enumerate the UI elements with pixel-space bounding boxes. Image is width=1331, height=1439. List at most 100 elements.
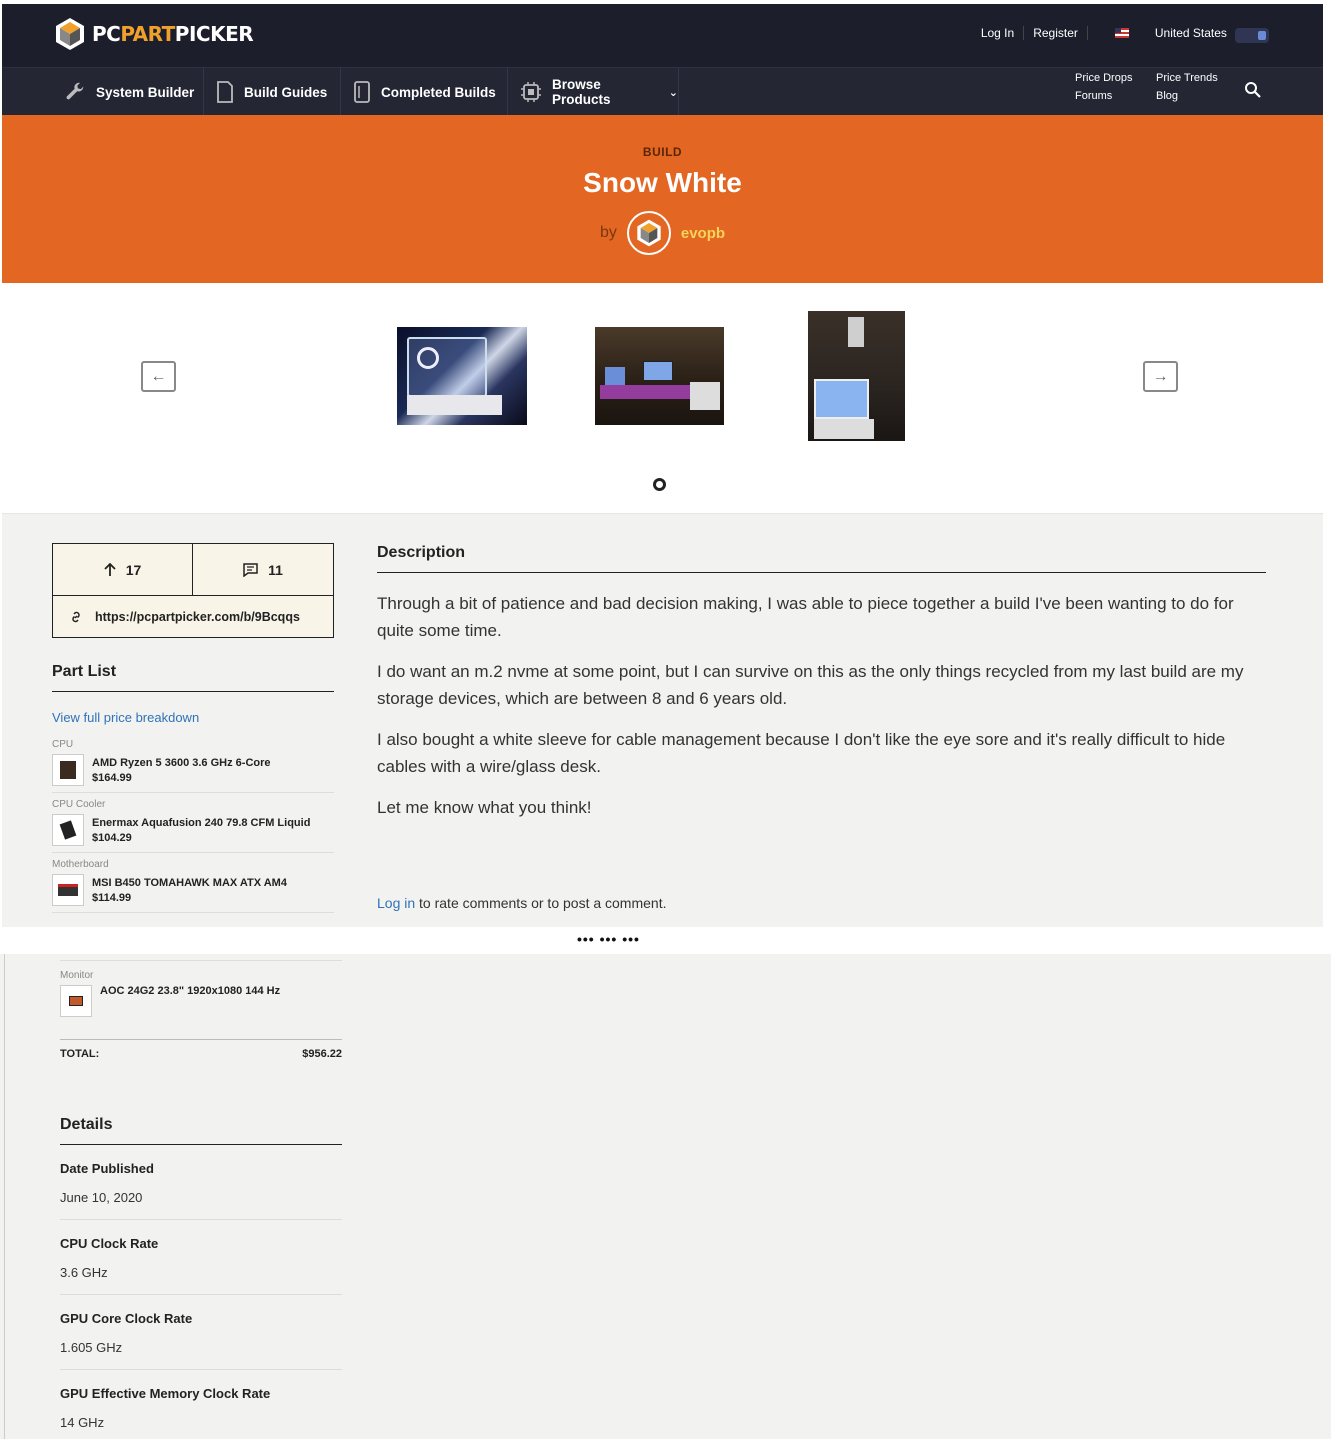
part-type: CPU Cooler xyxy=(52,799,106,810)
top-header: PCPARTPICKER Log In Register United Stat… xyxy=(2,4,1323,67)
separator-dots: ••• ••• ••• xyxy=(577,931,640,947)
part-price: $104.29 xyxy=(92,831,132,844)
nav-label: Completed Builds xyxy=(381,84,496,100)
country-label: United States xyxy=(1154,26,1227,40)
logo-text-part: PART xyxy=(120,22,175,46)
logo-text-picker: PICKER xyxy=(174,22,254,46)
list-item: Motherboard MSI B450 TOMAHAWK MAX ATX AM… xyxy=(52,853,334,913)
account-links: Log In Register United States ⌄ xyxy=(963,26,1263,40)
user-cube-icon xyxy=(637,219,661,247)
part-image[interactable] xyxy=(52,754,84,786)
nav-completed-builds[interactable]: Completed Builds xyxy=(341,68,508,116)
list-item: Monitor AOC 24G2 23.8" 1920x1080 144 Hz xyxy=(60,960,342,1040)
document-icon xyxy=(217,81,233,103)
permalink[interactable]: https://pcpartpicker.com/b/9Bcqqs xyxy=(53,595,333,638)
description-paragraph: I do want an m.2 nvme at some point, but… xyxy=(377,662,1244,708)
secondary-nav: Price Drops Price Trends Forums Blog xyxy=(1075,72,1218,102)
gallery-page-indicator[interactable] xyxy=(653,478,666,491)
gallery-thumbnail[interactable] xyxy=(808,311,905,441)
build-content: 17 11 https://pcpartpicker.com/b/9Bcqqs … xyxy=(2,514,1323,927)
nav-forums[interactable]: Forums xyxy=(1075,90,1156,102)
by-label: by xyxy=(599,224,617,241)
comment-icon xyxy=(243,562,258,577)
case-icon xyxy=(354,81,370,103)
detail-row: GPU Core Clock Rate 1.605 GHz xyxy=(60,1295,342,1370)
detail-label: CPU Clock Rate xyxy=(60,1236,159,1251)
theme-toggle[interactable] xyxy=(1235,28,1269,43)
total-value: $956.22 xyxy=(302,1048,342,1060)
gallery-next-button[interactable]: → xyxy=(1143,361,1178,392)
nav-browse-products[interactable]: Browse Products ⌄ xyxy=(508,68,679,116)
chevron-down-icon: ⌄ xyxy=(668,86,678,99)
author-link[interactable]: evopb xyxy=(681,225,725,242)
wrench-icon xyxy=(66,82,84,100)
nav-price-drops[interactable]: Price Drops xyxy=(1075,72,1156,84)
part-name[interactable]: AOC 24G2 23.8" 1920x1080 144 Hz xyxy=(100,985,280,997)
link-icon xyxy=(72,611,80,623)
nav-label: System Builder xyxy=(96,84,195,100)
description-paragraph: Through a bit of patience and bad decisi… xyxy=(377,594,1234,640)
divider xyxy=(4,954,5,1439)
detail-value: 14 GHz xyxy=(60,1415,105,1430)
upvote-count: 17 xyxy=(125,561,142,578)
upvote-button[interactable]: 17 xyxy=(53,544,193,595)
description-title: Description xyxy=(377,544,1266,573)
part-name[interactable]: MSI B450 TOMAHAWK MAX ATX AM4 xyxy=(92,877,287,889)
detail-label: GPU Core Clock Rate xyxy=(60,1311,193,1326)
nav-blog[interactable]: Blog xyxy=(1156,90,1218,102)
login-link[interactable]: Log in xyxy=(377,895,415,911)
view-full-price-link[interactable]: View full price breakdown xyxy=(52,710,334,725)
description: Description Through a bit of patience an… xyxy=(377,544,1266,821)
part-name[interactable]: AMD Ryzen 5 3600 3.6 GHz 6-Core xyxy=(92,757,271,769)
screenshot-separator: ••• ••• ••• xyxy=(0,927,1331,954)
comment-count: 11 xyxy=(268,561,283,578)
pcpartpicker-logo[interactable]: PCPARTPICKER xyxy=(54,16,254,52)
image-gallery: ← → xyxy=(2,283,1323,514)
gallery-thumbnail[interactable] xyxy=(595,327,724,425)
build-details: Details Date Published June 10, 2020 CPU… xyxy=(60,1116,342,1439)
total-label: TOTAL: xyxy=(60,1048,100,1060)
part-type: Monitor xyxy=(60,970,94,981)
divider xyxy=(1086,26,1088,40)
build-stats-box: 17 11 https://pcpartpicker.com/b/9Bcqqs xyxy=(52,543,334,638)
detail-label: GPU Effective Memory Clock Rate xyxy=(60,1386,271,1401)
part-items: CPU AMD Ryzen 5 3600 3.6 GHz 6-Core $164… xyxy=(52,733,334,913)
part-name[interactable]: Enermax Aquafusion 240 79.8 CFM Liquid xyxy=(92,817,310,829)
avatar[interactable] xyxy=(626,211,671,255)
part-price: $164.99 xyxy=(92,771,132,784)
gallery-thumbnail[interactable] xyxy=(397,327,527,425)
detail-label: Date Published xyxy=(60,1161,154,1176)
gallery-prev-button[interactable]: ← xyxy=(141,361,176,392)
hero-kicker: BUILD xyxy=(642,145,683,159)
nav-label: Browse Products xyxy=(552,77,611,107)
part-price: $114.99 xyxy=(92,891,132,904)
search-icon[interactable] xyxy=(1244,81,1262,99)
part-image[interactable] xyxy=(52,874,84,906)
part-list: Part List View full price breakdown CPU … xyxy=(52,663,334,913)
build-hero: BUILD Snow White by evopb xyxy=(2,115,1323,283)
build-title: Snow White xyxy=(583,167,742,198)
author-line: by evopb xyxy=(2,211,1323,255)
part-type: CPU xyxy=(52,739,74,750)
part-list-total: TOTAL: $956.22 xyxy=(60,1048,342,1060)
chip-icon xyxy=(521,82,541,102)
nav-price-trends[interactable]: Price Trends xyxy=(1156,72,1218,84)
comment-prompt-text: to rate comments or to post a comment. xyxy=(415,895,667,911)
part-image[interactable] xyxy=(60,985,92,1017)
register-link[interactable]: Register xyxy=(1033,26,1078,40)
nav-system-builder[interactable]: System Builder xyxy=(52,68,204,116)
logo-text-pc: PC xyxy=(92,22,121,46)
part-list-title: Part List xyxy=(52,663,334,692)
comments-button[interactable]: 11 xyxy=(193,544,333,595)
part-type: Motherboard xyxy=(52,859,109,870)
detail-row: GPU Effective Memory Clock Rate 14 GHz xyxy=(60,1370,342,1439)
login-link[interactable]: Log In xyxy=(981,26,1014,40)
arrow-up-icon xyxy=(104,562,116,576)
us-flag-icon xyxy=(1114,28,1129,38)
part-image[interactable] xyxy=(52,814,84,846)
permalink-url: https://pcpartpicker.com/b/9Bcqqs xyxy=(95,610,300,624)
comment-login-prompt: Log in to rate comments or to post a com… xyxy=(377,895,666,911)
detail-value: 3.6 GHz xyxy=(60,1265,108,1280)
nav-build-guides[interactable]: Build Guides xyxy=(204,68,341,116)
list-item: CPU AMD Ryzen 5 3600 3.6 GHz 6-Core $164… xyxy=(52,733,334,793)
